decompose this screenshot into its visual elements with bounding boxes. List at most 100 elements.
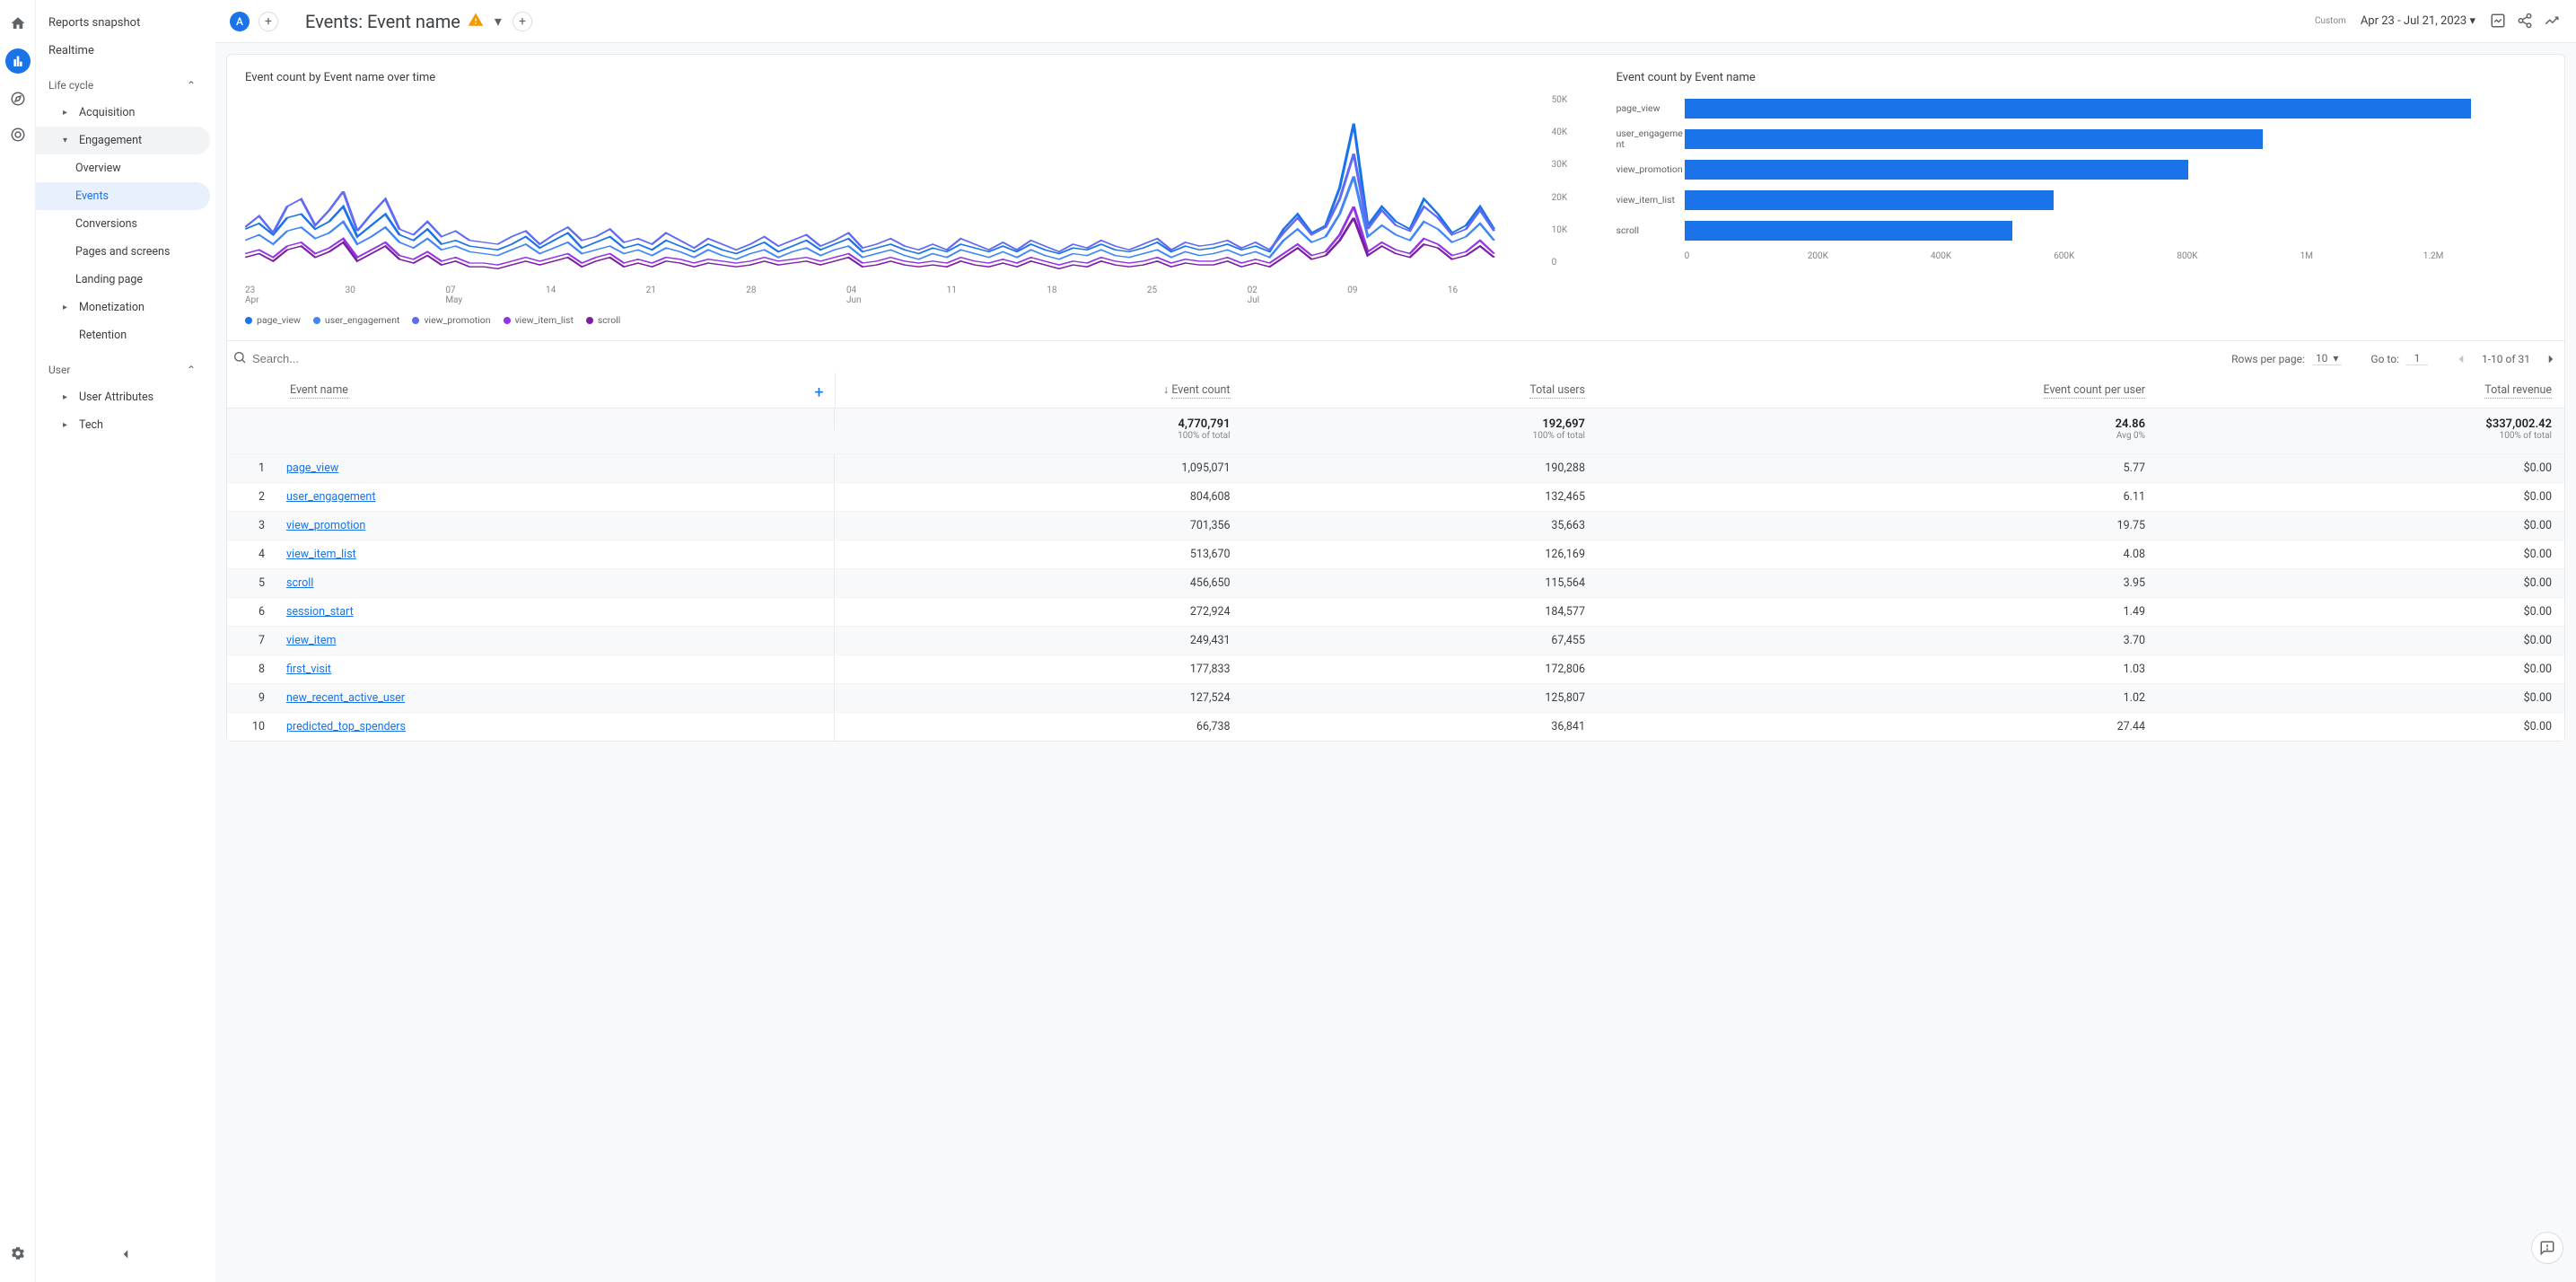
- cell-event-count: 513,670: [835, 540, 1243, 569]
- cell-per-user: 19.75: [1598, 512, 2158, 540]
- sidebar-monetization[interactable]: ▸Monetization: [36, 294, 210, 321]
- customize-icon[interactable]: [2490, 13, 2508, 31]
- warning-icon[interactable]: [468, 11, 484, 32]
- bar-chart[interactable]: page_viewuser_engagement view_promotionvi…: [1617, 93, 2546, 246]
- next-page-icon[interactable]: [2543, 351, 2559, 367]
- total-pu-sub: Avg 0%: [1610, 431, 2145, 441]
- caret-right-icon: ▸: [63, 392, 72, 402]
- sidebar-section-user[interactable]: User ⌃: [36, 356, 210, 383]
- date-range-picker[interactable]: Apr 23 - Jul 21, 2023 ▾: [2361, 14, 2475, 28]
- legend-item[interactable]: view_item_list: [504, 314, 574, 326]
- total-tu: 192,697: [1256, 417, 1585, 431]
- col4-text: Total revenue: [2484, 383, 2552, 399]
- share-icon[interactable]: [2517, 13, 2535, 31]
- row-index: 8: [245, 663, 265, 676]
- legend-item[interactable]: page_view: [245, 314, 301, 326]
- legend-item[interactable]: user_engagement: [313, 314, 400, 326]
- sidebar-user-attributes[interactable]: ▸ User Attributes: [36, 383, 210, 411]
- sidebar-reports-snapshot[interactable]: Reports snapshot: [36, 9, 210, 37]
- col-total-users[interactable]: Total users: [1243, 373, 1598, 408]
- reports-icon[interactable]: [5, 48, 31, 74]
- segment-chip[interactable]: A: [230, 12, 250, 31]
- sidebar-overview[interactable]: Overview: [36, 154, 210, 182]
- insights-icon[interactable]: [2544, 13, 2562, 31]
- add-segment-button[interactable]: +: [258, 12, 278, 31]
- col-event-name[interactable]: Event name +: [227, 373, 835, 408]
- attributes-label: User Attributes: [79, 391, 153, 404]
- event-link[interactable]: page_view: [286, 461, 338, 475]
- rows-per-page-select[interactable]: 10 ▾: [2312, 352, 2342, 365]
- cell-revenue: $0.00: [2158, 454, 2564, 483]
- topbar: A + Events: Event name ▾ + Custom Apr 23…: [215, 0, 2576, 43]
- advertising-icon[interactable]: [7, 124, 29, 145]
- col-event-count[interactable]: ↓ Event count: [835, 373, 1243, 408]
- event-link[interactable]: view_promotion: [286, 519, 365, 532]
- bar-label: view_item_list: [1617, 195, 1678, 206]
- bar-fill: [1685, 160, 2188, 180]
- rpp-value: 10: [2316, 352, 2328, 364]
- feedback-button[interactable]: [2531, 1232, 2563, 1264]
- sidebar: Reports snapshot Realtime Life cycle ⌃ ▸…: [36, 0, 215, 1282]
- event-link[interactable]: user_engagement: [286, 490, 375, 504]
- sidebar-acquisition[interactable]: ▸Acquisition: [36, 99, 210, 127]
- sidebar-pages[interactable]: Pages and screens: [36, 238, 210, 266]
- rows-per-page-label: Rows per page:: [2231, 353, 2305, 365]
- legend-dot-icon: [504, 317, 511, 324]
- event-link[interactable]: session_start: [286, 605, 354, 619]
- prev-page-icon[interactable]: [2453, 351, 2469, 367]
- event-link[interactable]: first_visit: [286, 663, 331, 676]
- cell-per-user: 3.95: [1598, 569, 2158, 598]
- legend-item[interactable]: scroll: [586, 314, 620, 326]
- row-index: 3: [245, 519, 265, 532]
- sidebar-engagement[interactable]: ▾Engagement: [36, 127, 210, 154]
- bar-label: view_promotion: [1617, 164, 1678, 175]
- user-label: User: [48, 364, 70, 376]
- cell-revenue: $0.00: [2158, 655, 2564, 684]
- event-link[interactable]: scroll: [286, 576, 313, 590]
- cell-per-user: 1.49: [1598, 598, 2158, 627]
- event-link[interactable]: predicted_top_spenders: [286, 720, 406, 733]
- title-dropdown-icon[interactable]: ▾: [491, 13, 505, 30]
- legend-item[interactable]: view_promotion: [412, 314, 490, 326]
- cell-event-count: 127,524: [835, 684, 1243, 713]
- sidebar-realtime[interactable]: Realtime: [36, 37, 210, 65]
- sidebar-conversions[interactable]: Conversions: [36, 210, 210, 238]
- total-ec: 4,770,791: [847, 417, 1231, 431]
- bar-row: user_engagement: [1617, 124, 2546, 154]
- col2-text: Total users: [1529, 383, 1585, 399]
- explore-icon[interactable]: [7, 88, 29, 110]
- event-link[interactable]: view_item_list: [286, 548, 356, 561]
- table-row: 2user_engagement 804,608 132,465 6.11 $0…: [227, 483, 2564, 512]
- cell-event-count: 272,924: [835, 598, 1243, 627]
- sidebar-retention[interactable]: ▸Retention: [36, 321, 210, 349]
- bar-fill: [1685, 99, 2471, 119]
- settings-icon[interactable]: [7, 1242, 29, 1264]
- sidebar-events[interactable]: Events: [36, 182, 210, 210]
- sidebar-tech[interactable]: ▸Tech: [36, 411, 210, 439]
- add-dimension-button[interactable]: +: [513, 12, 532, 31]
- cell-per-user: 1.02: [1598, 684, 2158, 713]
- event-link[interactable]: view_item: [286, 634, 336, 647]
- line-chart[interactable]: 50K40K30K20K10K0: [245, 93, 1581, 282]
- col-revenue[interactable]: Total revenue: [2158, 373, 2564, 408]
- home-icon[interactable]: [7, 13, 29, 34]
- event-link[interactable]: new_recent_active_user: [286, 691, 405, 705]
- row-index: 1: [245, 461, 265, 475]
- search-input[interactable]: [252, 352, 432, 365]
- add-metric-button[interactable]: +: [814, 383, 823, 402]
- col0-text: Event name: [290, 383, 348, 399]
- pagination-range: 1-10 of 31: [2482, 353, 2530, 365]
- bar-row: page_view: [1617, 93, 2546, 124]
- collapse-sidebar-icon[interactable]: [36, 1246, 215, 1266]
- sidebar-landing[interactable]: Landing page: [36, 266, 210, 294]
- cell-total-users: 190,288: [1243, 454, 1598, 483]
- caret-right-icon: ▸: [63, 108, 72, 118]
- table-row: 9new_recent_active_user 127,524 125,807 …: [227, 684, 2564, 713]
- col-per-user[interactable]: Event count per user: [1598, 373, 2158, 408]
- legend-dot-icon: [586, 317, 593, 324]
- sidebar-section-lifecycle[interactable]: Life cycle ⌃: [36, 72, 210, 99]
- legend-dot-icon: [245, 317, 252, 324]
- cell-revenue: $0.00: [2158, 713, 2564, 742]
- line-chart-title: Event count by Event name over time: [245, 71, 1581, 84]
- goto-input[interactable]: 1: [2406, 352, 2428, 365]
